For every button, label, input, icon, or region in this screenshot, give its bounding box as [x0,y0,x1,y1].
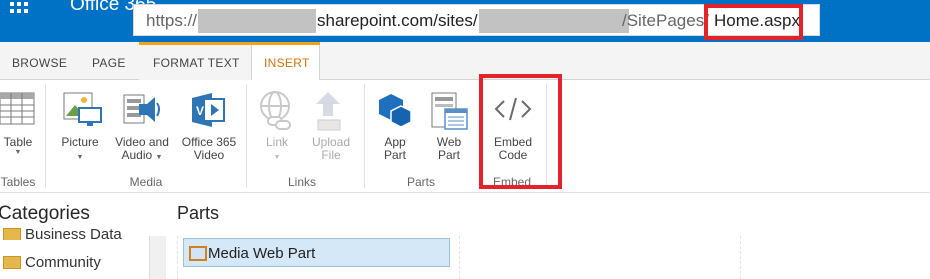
web-part-label-1: Web [436,135,462,149]
folder-icon [3,255,21,269]
web-part-button[interactable]: Web Part [427,136,471,162]
highlight-box-url [704,4,803,40]
part-item-media-web-part[interactable]: Media Web Part [183,238,450,267]
link-icon [260,91,291,130]
divider [177,236,178,279]
table-icon [0,92,35,125]
app-launcher-icon[interactable] [8,0,30,16]
categories-scrollbar[interactable] [149,236,166,279]
app-part-label-2: Part [383,148,406,162]
office-video-label-2: Video [193,148,225,162]
highlight-box-embed [479,74,562,189]
tab-page[interactable]: PAGE [92,56,126,70]
categories-heading: Categories [0,203,90,224]
group-separator [246,84,247,188]
redacted-tenant [198,9,316,33]
office-video-label-1: Office 365 [181,135,237,149]
redacted-site [479,9,629,33]
chevron-down-icon: ▼ [76,154,84,161]
upload-label-1: Upload [311,135,351,149]
group-separator [364,84,365,188]
picture-button[interactable]: Picture ▼ [57,136,103,162]
category-label: Business Data [25,226,122,240]
upload-file-button[interactable]: Upload File [305,136,357,162]
app-part-label-1: App [384,135,406,149]
app-part-button[interactable]: App Part [372,136,418,162]
video-audio-label-2: Audio [121,148,153,162]
tab-browse[interactable]: BROWSE [12,56,67,70]
chevron-down-icon: ▼ [273,154,281,161]
url-path: /SitePages/ [622,11,709,30]
video-audio-label-1: Video and [115,135,169,149]
url-prefix: https:// [146,11,198,30]
app-part-icon [379,94,412,128]
office-video-button[interactable]: Office 365 Video [178,136,240,162]
svg-text:V: V [196,104,204,118]
category-item[interactable]: Business Data [3,226,122,240]
office-video-icon: V [192,93,225,127]
upload-label-2: File [321,148,341,162]
web-part-label-2: Part [437,148,460,162]
upload-icon [316,92,341,131]
table-label: Table [3,135,33,149]
parts-heading: Parts [177,203,220,223]
picture-label: Picture [61,135,99,149]
video-audio-button[interactable]: Video and Audio ▼ [110,136,174,164]
group-label-parts: Parts [406,175,435,189]
group-label-tables: Tables [0,175,36,189]
tab-format-text[interactable]: FORMAT TEXT [153,56,240,70]
video-audio-icon [123,94,160,124]
part-label: Media Web Part [208,245,316,262]
media-web-part-icon [189,246,207,261]
chevron-down-icon: ▼ [14,149,22,156]
category-label: Community [25,254,101,271]
web-part-icon [431,92,468,130]
folder-icon [3,227,21,240]
url-domain: sharepoint.com/sites/ [317,11,478,30]
picture-icon [63,92,102,126]
tab-insert[interactable]: INSERT [264,56,310,70]
group-label-media: Media [129,175,163,189]
divider [740,236,741,279]
group-label-links: Links [287,175,316,189]
link-label: Link [265,135,288,149]
category-item[interactable]: Community [3,254,101,271]
table-button[interactable]: Table ▼ [0,136,36,157]
insert-panel [0,194,930,279]
chevron-down-icon: ▼ [155,154,163,161]
group-separator [45,84,46,188]
divider [459,236,460,279]
link-button[interactable]: Link ▼ [257,136,297,162]
